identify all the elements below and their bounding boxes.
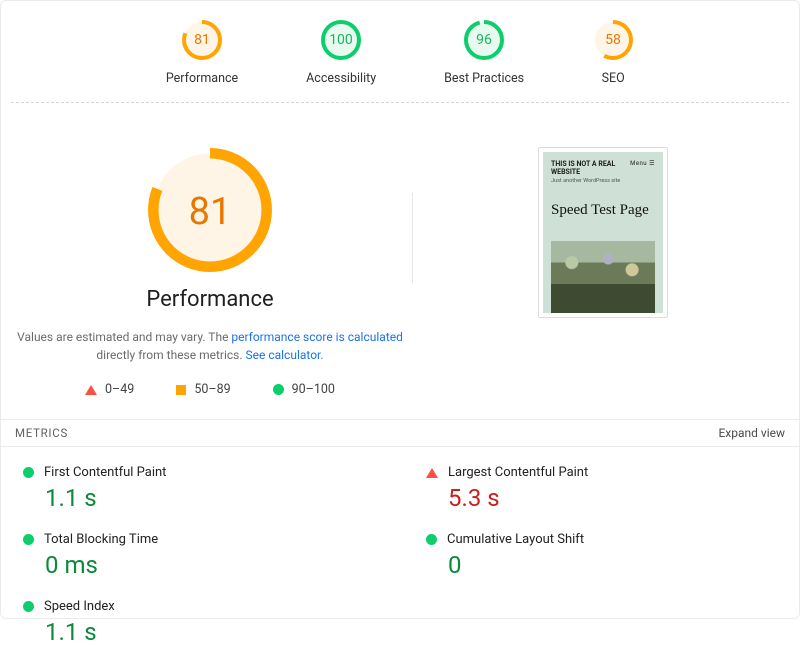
gauge-best-practices-icon: 96 [444, 19, 524, 61]
calculator-link[interactable]: See calculator [246, 348, 321, 362]
category-row: 81 Performance 100 Accessibility 96 Best… [1, 19, 799, 102]
svg-text:100: 100 [329, 32, 353, 48]
square-avg-icon [176, 385, 186, 395]
score-calc-link[interactable]: performance score is calculated [231, 330, 402, 344]
category-accessibility[interactable]: 100 Accessibility [306, 19, 376, 86]
triangle-fail-icon [426, 468, 438, 478]
metric-label: Total Blocking Time [44, 532, 158, 547]
circle-pass-icon [23, 467, 34, 478]
category-performance[interactable]: 81 Performance [166, 19, 238, 86]
metric-item: Total Blocking Time 0 ms [17, 526, 380, 593]
page-thumbnail: Menu ☰ THIS IS NOT A REAL WEBSITE Just a… [538, 147, 668, 318]
lighthouse-report: 81 Performance 100 Accessibility 96 Best… [0, 0, 800, 619]
expand-view-button[interactable]: Expand view [718, 426, 785, 440]
metric-item: Largest Contentful Paint 5.3 s [420, 459, 783, 526]
gauge-seo-icon: 58 [592, 19, 634, 61]
metric-value: 1.1 s [45, 484, 380, 512]
legend-fail: 0–49 [85, 382, 134, 397]
metric-value: 0 ms [45, 551, 380, 579]
legend-avg-range: 50–89 [194, 382, 230, 397]
metric-label: Speed Index [44, 599, 115, 614]
metric-value: 0 [448, 551, 783, 579]
legend-pass: 90–100 [273, 382, 335, 397]
metrics-title: METRICS [15, 426, 68, 440]
gauge-performance-icon: 81 [166, 19, 238, 61]
performance-description: Values are estimated and may vary. The p… [17, 328, 403, 364]
category-best-practices[interactable]: 96 Best Practices [444, 19, 524, 86]
circle-pass-icon [426, 534, 437, 545]
desc-text-2: directly from these metrics. [96, 348, 245, 362]
circle-pass-icon [273, 384, 284, 395]
performance-section: 81 Performance Values are estimated and … [1, 123, 799, 397]
svg-text:81: 81 [194, 32, 210, 48]
category-performance-label: Performance [166, 71, 238, 86]
metric-label: First Contentful Paint [44, 465, 166, 480]
metric-label: Largest Contentful Paint [448, 465, 588, 480]
metric-value: 5.3 s [448, 484, 783, 512]
category-seo-label: SEO [592, 71, 634, 86]
vertical-divider [412, 193, 413, 283]
circle-pass-icon [23, 534, 34, 545]
performance-score: 81 [147, 147, 273, 277]
category-accessibility-label: Accessibility [306, 71, 376, 86]
category-seo[interactable]: 58 SEO [592, 19, 634, 86]
circle-pass-icon [23, 601, 34, 612]
metric-item: Cumulative Layout Shift 0 [420, 526, 783, 593]
metric-item: First Contentful Paint 1.1 s [17, 459, 380, 526]
thumb-menu: Menu ☰ [630, 160, 655, 167]
divider [11, 102, 789, 103]
triangle-fail-icon [85, 385, 97, 395]
legend-pass-range: 90–100 [292, 382, 335, 397]
performance-title: Performance [17, 287, 403, 312]
metrics-header: METRICS Expand view [1, 419, 799, 447]
metric-item: Speed Index 1.1 s [17, 593, 380, 660]
desc-text: Values are estimated and may vary. The [17, 330, 231, 344]
thumb-site-sub: Just another WordPress site [551, 178, 655, 184]
thumb-heading: Speed Test Page [551, 202, 655, 219]
svg-text:58: 58 [605, 32, 621, 48]
score-legend: 0–49 50–89 90–100 [17, 382, 403, 397]
metrics-grid: First Contentful Paint 1.1 s Largest Con… [1, 447, 799, 660]
performance-gauge: 81 [147, 147, 273, 277]
category-best-practices-label: Best Practices [444, 71, 524, 86]
legend-avg: 50–89 [176, 382, 230, 397]
gauge-accessibility-icon: 100 [306, 19, 376, 61]
metric-label: Cumulative Layout Shift [447, 532, 584, 547]
thumb-image [551, 241, 655, 313]
svg-text:96: 96 [476, 32, 492, 48]
legend-fail-range: 0–49 [105, 382, 134, 397]
metric-value: 1.1 s [45, 618, 380, 646]
